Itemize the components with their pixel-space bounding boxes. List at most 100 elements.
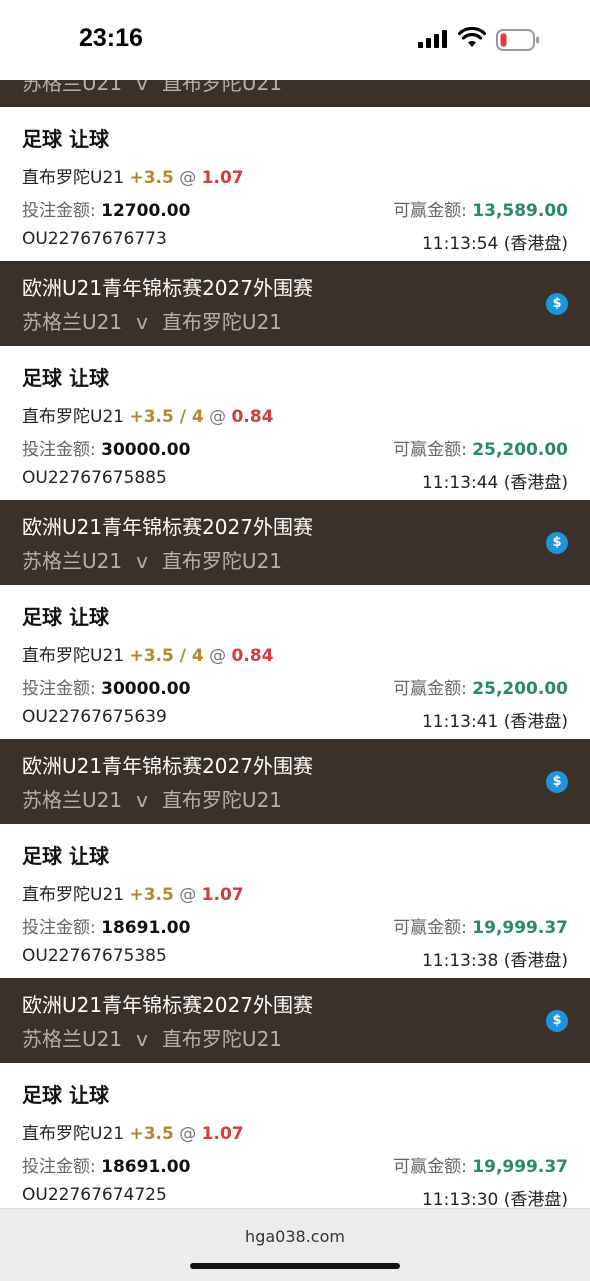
dollar-coin-icon: $ [546,532,568,554]
win-row: 可赢金额: 19,999.37 [393,1152,568,1177]
bet-time: 11:13:44 (香港盘) [421,473,568,493]
stake-label: 投注金额: [22,440,96,460]
home-team: 苏格兰U21 [22,549,123,573]
away-team: 直布罗陀U21 [161,310,283,334]
bet-type: 足球 让球 [22,605,109,629]
cellular-signal-icon [418,30,447,48]
at-symbol: @ [209,646,227,666]
stake-row: 投注金额: 30000.00 [22,435,190,460]
at-symbol: @ [179,168,197,188]
home-team: 苏格兰U21 [22,1027,123,1051]
versus-label: v [136,549,148,573]
win-amount: 19,999.37 [472,918,568,938]
league-name: 欧洲U21青年锦标赛2027外围赛 [22,515,313,539]
win-label: 可赢金额: [393,918,467,938]
win-row: 可赢金额: 25,200.00 [393,435,568,460]
match-header: 欧洲U21青年锦标赛2027外围赛 苏格兰U21 v 直布罗陀U21 $ [0,978,590,1063]
stake-amount: 18691.00 [101,1157,191,1177]
selection-team: 直布罗陀U21 [22,885,125,905]
versus-label: v [136,80,148,95]
bet-card[interactable]: 足球 让球 直布罗陀U21 +3.5 / 4 @ 0.84 投注金额: 3000… [0,585,590,739]
status-bar: 23:16 [0,0,590,80]
ticket-id: OU22767676773 [22,229,167,249]
stake-row: 投注金额: 18691.00 [22,1152,190,1177]
stake-label: 投注金额: [22,1157,96,1177]
handicap-value: +3.5 [129,885,174,905]
win-row: 可赢金额: 13,589.00 [393,196,568,221]
bet-selection: 直布罗陀U21 +3.5 / 4 @ 0.84 [22,641,273,666]
odds-value: 1.07 [201,885,244,905]
odds-value: 1.07 [201,168,244,188]
win-label: 可赢金额: [393,679,467,699]
bet-selection: 直布罗陀U21 +3.5 / 4 @ 0.84 [22,402,273,427]
match-header-partial: 苏格兰U21 v 直布罗陀U21 [0,80,590,107]
bet-selection: 直布罗陀U21 +3.5 @ 1.07 [22,1119,244,1144]
url-text[interactable]: hga038.com [0,1227,590,1246]
match-teams: 苏格兰U21 v 直布罗陀U21 [22,784,282,813]
win-label: 可赢金额: [393,1157,467,1177]
status-time: 23:16 [79,24,143,52]
odds-value: 0.84 [231,646,274,666]
stake-amount: 18691.00 [101,918,191,938]
away-team: 直布罗陀U21 [161,549,283,573]
bet-card[interactable]: 足球 让球 直布罗陀U21 +3.5 @ 1.07 投注金额: 18691.00… [0,1063,590,1208]
handicap-value: +3.5 [129,1124,174,1144]
ticket-id: OU22767675639 [22,707,167,727]
at-symbol: @ [179,885,197,905]
stake-amount: 30000.00 [101,679,191,699]
versus-label: v [136,310,148,334]
bet-history-list[interactable]: 苏格兰U21 v 直布罗陀U21 足球 让球 直布罗陀U21 +3.5 @ 1.07… [0,80,590,1208]
bet-time: 11:13:54 (香港盘) [421,234,568,254]
ticket-id: OU22767675885 [22,468,167,488]
away-team: 直布罗陀U21 [161,788,283,812]
versus-label: v [136,1027,148,1051]
win-amount: 13,589.00 [472,201,568,221]
browser-address-bar[interactable]: hga038.com [0,1208,590,1281]
stake-row: 投注金额: 18691.00 [22,913,190,938]
home-indicator[interactable] [190,1263,400,1269]
bet-card[interactable]: 足球 让球 直布罗陀U21 +3.5 @ 1.07 投注金额: 18691.00… [0,824,590,978]
handicap-value: +3.5 [129,168,174,188]
bet-type: 足球 让球 [22,366,109,390]
match-teams: 苏格兰U21 v 直布罗陀U21 [22,306,282,335]
league-name: 欧洲U21青年锦标赛2027外围赛 [22,754,313,778]
handicap-value: +3.5 / 4 [129,407,204,427]
odds-value: 0.84 [231,407,274,427]
ticket-id: OU22767675385 [22,946,167,966]
selection-team: 直布罗陀U21 [22,1124,125,1144]
home-team: 苏格兰U21 [22,310,123,334]
at-symbol: @ [209,407,227,427]
bet-card[interactable]: 足球 让球 直布罗陀U21 +3.5 @ 1.07 投注金额: 12700.00… [0,107,590,261]
bet-type: 足球 让球 [22,1083,109,1107]
match-header: 欧洲U21青年锦标赛2027外围赛 苏格兰U21 v 直布罗陀U21 $ [0,739,590,824]
stake-row: 投注金额: 30000.00 [22,674,190,699]
battery-low-icon [496,29,539,51]
win-amount: 25,200.00 [472,440,568,460]
handicap-value: +3.5 / 4 [129,646,204,666]
bet-selection: 直布罗陀U21 +3.5 @ 1.07 [22,880,244,905]
versus-label: v [136,788,148,812]
selection-team: 直布罗陀U21 [22,407,125,427]
match-teams: 苏格兰U21 v 直布罗陀U21 [22,545,282,574]
stake-amount: 30000.00 [101,440,191,460]
wifi-icon [458,27,486,47]
win-label: 可赢金额: [393,440,467,460]
stake-label: 投注金额: [22,201,96,221]
stake-amount: 12700.00 [101,201,191,221]
ticket-id: OU22767674725 [22,1185,167,1205]
away-team: 直布罗陀U21 [161,1027,283,1051]
dollar-coin-icon: $ [546,1010,568,1032]
home-team: 苏格兰U21 [22,788,123,812]
win-amount: 19,999.37 [472,1157,568,1177]
bet-time: 11:13:38 (香港盘) [421,951,568,971]
bet-time: 11:13:41 (香港盘) [421,712,568,732]
bet-selection: 直布罗陀U21 +3.5 @ 1.07 [22,163,244,188]
match-teams: 苏格兰U21 v 直布罗陀U21 [22,1023,282,1052]
dollar-coin-icon: $ [546,771,568,793]
match-header: 欧洲U21青年锦标赛2027外围赛 苏格兰U21 v 直布罗陀U21 $ [0,261,590,346]
selection-team: 直布罗陀U21 [22,646,125,666]
stake-label: 投注金额: [22,679,96,699]
home-team: 苏格兰U21 [22,80,123,95]
win-row: 可赢金额: 25,200.00 [393,674,568,699]
bet-card[interactable]: 足球 让球 直布罗陀U21 +3.5 / 4 @ 0.84 投注金额: 3000… [0,346,590,500]
